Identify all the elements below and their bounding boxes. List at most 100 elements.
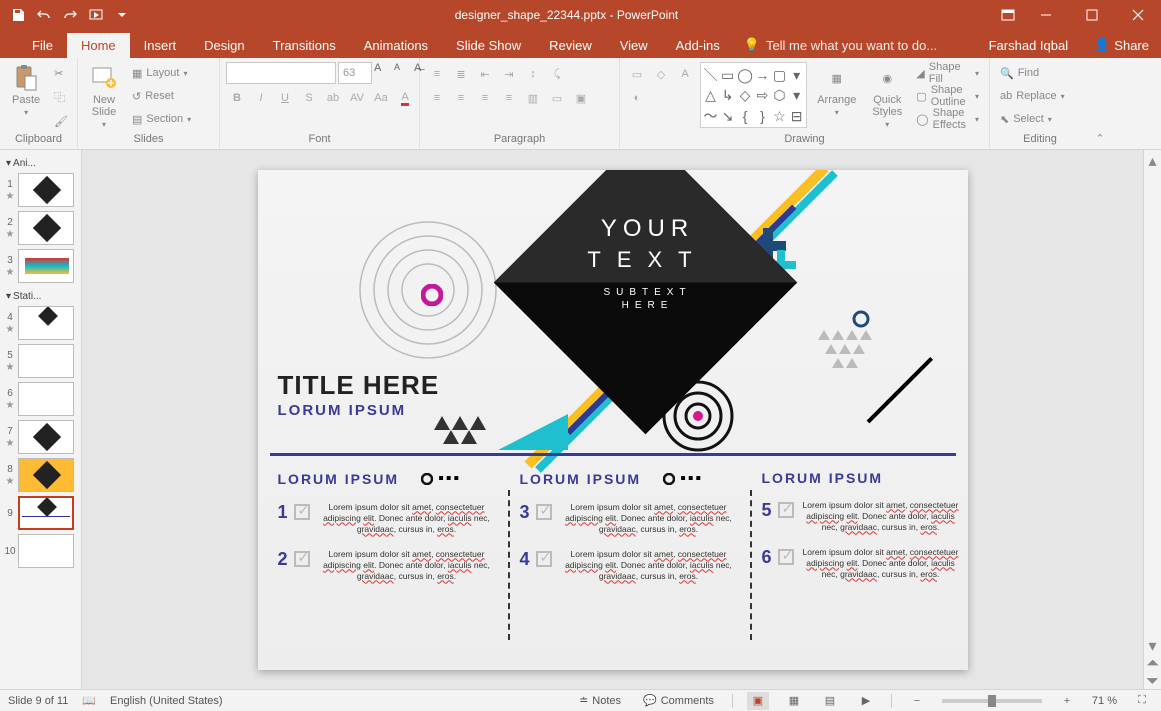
find-button[interactable]: 🔍Find xyxy=(996,62,1043,84)
column-header[interactable]: LORUM IPSUM xyxy=(278,471,400,487)
list-item[interactable]: 4Lorem ipsum dolor sit amet, consectetue… xyxy=(520,549,740,582)
scroll-down-icon[interactable]: ▾ xyxy=(1146,639,1160,653)
scroll-shapes-icon[interactable]: ▾ xyxy=(789,87,804,104)
arrange-button[interactable]: ▦Arrange▾ xyxy=(811,62,862,119)
start-from-beginning-icon[interactable] xyxy=(84,3,108,27)
tab-view[interactable]: View xyxy=(606,33,662,58)
fit-window-button[interactable]: ⛶ xyxy=(1131,692,1153,710)
tab-home[interactable]: Home xyxy=(67,33,130,58)
tab-transitions[interactable]: Transitions xyxy=(259,33,350,58)
align-right-button[interactable]: ≡ xyxy=(474,88,496,108)
zoom-in-button[interactable]: + xyxy=(1056,692,1078,710)
shape-outline-button[interactable]: ▢Shape Outline▾ xyxy=(912,85,983,107)
column-header[interactable]: LORUM IPSUM xyxy=(762,470,962,486)
shapes-button[interactable]: ▭ xyxy=(626,64,648,84)
thumb-2[interactable]: 2★ xyxy=(4,211,77,245)
bullets-button[interactable]: ≡ xyxy=(426,64,448,84)
tab-design[interactable]: Design xyxy=(190,33,258,58)
arrow2-shape-icon[interactable]: ⇨ xyxy=(755,87,770,104)
slide-thumbnail-panel[interactable]: ▾ Ani... 1★ 2★ 3★ ▾ Stati... 4★ 5★ 6★ 7★… xyxy=(0,150,82,689)
tab-insert[interactable]: Insert xyxy=(130,33,191,58)
user-name[interactable]: Farshad Iqbal xyxy=(975,33,1083,58)
numbering-button[interactable]: ≣ xyxy=(450,64,472,84)
undo-icon[interactable] xyxy=(32,3,56,27)
smartart-button[interactable]: ▣ xyxy=(570,88,592,108)
column-header[interactable]: LORUM IPSUM xyxy=(520,471,642,487)
thumb-3[interactable]: 3★ xyxy=(4,249,77,283)
font-color-button[interactable]: A xyxy=(394,88,416,108)
vertical-scrollbar[interactable]: ▴ ▾ ⏶ ⏷ xyxy=(1143,150,1161,689)
list-item[interactable]: 1Lorem ipsum dolor sit amet, consectetue… xyxy=(278,502,498,535)
tab-animations[interactable]: Animations xyxy=(350,33,442,58)
slide-canvas[interactable]: YOUR TEXT SUBTEXT HERE TITLE HERE LORUM … xyxy=(258,170,968,670)
diamond-shape-icon[interactable]: ◇ xyxy=(737,87,753,104)
justify-button[interactable]: ≡ xyxy=(498,88,520,108)
zoom-out-button[interactable]: − xyxy=(906,692,928,710)
tab-file[interactable]: File xyxy=(18,33,67,58)
list-item[interactable]: 6Lorem ipsum dolor sit amet, consectetue… xyxy=(762,547,962,580)
section-header[interactable]: ▾ Stati... xyxy=(4,287,77,306)
layout-button[interactable]: ▦Layout▾ xyxy=(128,62,195,84)
align-left-button[interactable]: ≡ xyxy=(426,88,448,108)
elbow-shape-icon[interactable]: ↳ xyxy=(720,87,735,104)
list-item[interactable]: 3Lorem ipsum dolor sit amet, consectetue… xyxy=(520,502,740,535)
language-status[interactable]: English (United States) xyxy=(110,695,223,707)
section-button[interactable]: ▤Section▾ xyxy=(128,108,195,130)
bold-button[interactable]: B xyxy=(226,88,248,108)
quick-styles-button[interactable]: ◉Quick Styles▾ xyxy=(866,62,908,131)
line-spacing-button[interactable]: ↕ xyxy=(522,64,544,84)
comments-button[interactable]: 💬Comments xyxy=(639,694,718,707)
more-shapes-icon[interactable]: ▾ xyxy=(789,65,804,85)
copy-button[interactable]: ⿻ xyxy=(50,86,72,108)
select-button[interactable]: ⬉Select▾ xyxy=(996,108,1056,130)
qat-customize-icon[interactable] xyxy=(110,3,134,27)
strikethrough-button[interactable]: S xyxy=(298,88,320,108)
line-shape-icon[interactable]: ＼ xyxy=(703,65,718,85)
thumb-5[interactable]: 5★ xyxy=(4,344,77,378)
reading-view-button[interactable]: ▤ xyxy=(819,692,841,710)
rect2-shape-icon[interactable]: ▢ xyxy=(772,65,787,85)
thumb-8[interactable]: 8★ xyxy=(4,458,77,492)
slide-subtitle[interactable]: LORUM IPSUM xyxy=(278,402,407,419)
close-button[interactable] xyxy=(1115,0,1161,30)
thumb-6[interactable]: 6★ xyxy=(4,382,77,416)
minimize-button[interactable] xyxy=(1023,0,1069,30)
font-size-input[interactable]: 63 xyxy=(338,62,372,84)
connector-shape-icon[interactable]: ↘ xyxy=(720,106,735,126)
arrow-shape-icon[interactable]: → xyxy=(755,65,770,85)
text-box-button[interactable]: A xyxy=(674,64,696,84)
thumb-7[interactable]: 7★ xyxy=(4,420,77,454)
thumb-1[interactable]: 1★ xyxy=(4,173,77,207)
collapse-ribbon-icon[interactable]: ⌃ xyxy=(1090,58,1110,149)
replace-button[interactable]: abReplace▾ xyxy=(996,85,1069,107)
columns-button[interactable]: ▥ xyxy=(522,88,544,108)
align-text-button[interactable]: ▭ xyxy=(546,88,568,108)
slide-counter[interactable]: Slide 9 of 11 xyxy=(8,695,68,707)
increase-font-icon[interactable]: A xyxy=(374,62,392,84)
italic-button[interactable]: I xyxy=(250,88,272,108)
change-case-button[interactable]: Aa xyxy=(370,88,392,108)
brace-shape-icon[interactable]: { xyxy=(737,106,753,126)
thumb-9[interactable]: 9 xyxy=(4,496,77,530)
underline-button[interactable]: U xyxy=(274,88,296,108)
brace2-shape-icon[interactable]: } xyxy=(755,106,770,126)
list-item[interactable]: 2Lorem ipsum dolor sit amet, consectetue… xyxy=(278,549,498,582)
maximize-button[interactable] xyxy=(1069,0,1115,30)
edit-shape-button[interactable]: ◇ xyxy=(650,64,672,84)
spellcheck-icon[interactable]: 📖 xyxy=(82,694,96,707)
shape-effects-button[interactable]: ◯Shape Effects▾ xyxy=(912,108,983,130)
expand-shapes-icon[interactable]: ⊟ xyxy=(789,106,804,126)
curve-shape-icon[interactable]: ～ xyxy=(703,106,718,126)
reset-button[interactable]: ↺Reset xyxy=(128,85,195,107)
font-family-input[interactable] xyxy=(226,62,336,84)
slide-editor[interactable]: YOUR TEXT SUBTEXT HERE TITLE HERE LORUM … xyxy=(82,150,1143,689)
thumb-10[interactable]: 10 xyxy=(4,534,77,568)
next-slide-icon[interactable]: ⏷ xyxy=(1146,675,1160,689)
normal-view-button[interactable]: ▣ xyxy=(747,692,769,710)
sorter-view-button[interactable]: ▦ xyxy=(783,692,805,710)
notes-button[interactable]: ≐Notes xyxy=(575,694,625,707)
redo-icon[interactable] xyxy=(58,3,82,27)
tab-addins[interactable]: Add-ins xyxy=(662,33,734,58)
tell-me-input[interactable]: 💡Tell me what you want to do... xyxy=(734,32,947,58)
paste-button[interactable]: Paste▾ xyxy=(6,62,46,119)
